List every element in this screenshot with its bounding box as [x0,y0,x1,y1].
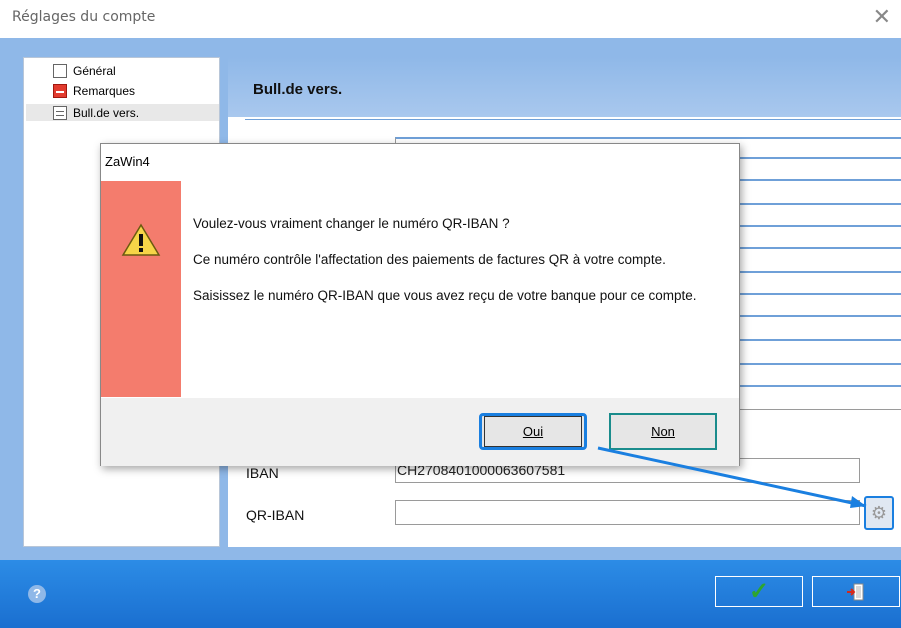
tree-item-bull-de-vers[interactable]: Bull.de vers. [26,104,219,121]
payment-slip-icon [53,105,67,120]
window-title: Réglages du compte [12,9,156,25]
dialog-explanation: Ce numéro contrôle l'affectation des pai… [193,252,666,267]
qr-iban-label: QR-IBAN [246,507,305,523]
help-icon[interactable]: ? [28,585,46,603]
panel-header: Bull.de vers. [228,57,901,117]
confirm-dialog: ZaWin4 Voulez-vous vraiment changer le n… [100,143,740,466]
iban-label: IBAN [246,465,279,481]
window-titlebar: Réglages du compte ✕ [0,0,901,36]
yes-button-label: Oui [484,416,582,447]
panel-title: Bull.de vers. [253,81,343,98]
document-icon [53,63,67,78]
warning-icon [121,223,161,256]
gear-icon: ⚙ [870,502,888,523]
tree-item-label: Bull.de vers. [73,105,140,120]
exit-door-icon [847,583,864,600]
qr-iban-edit-button[interactable]: ⚙ [864,496,894,530]
dialog-title: ZaWin4 [105,154,150,169]
tree-item-label: Général [73,63,116,78]
dialog-message: Voulez-vous vraiment changer le numéro Q… [193,214,713,322]
no-button[interactable]: Non [609,413,717,450]
exit-button[interactable] [812,576,900,607]
tree-item-remarques[interactable]: Remarques [26,82,219,99]
dialog-instruction: Saisissez le numéro QR-IBAN que vous ave… [193,288,697,303]
panel-divider [245,119,901,120]
checkmark-icon: ✓ [748,577,770,605]
dialog-warning-bar [101,181,181,397]
notes-red-icon [53,83,67,98]
tree-item-label: Remarques [73,83,136,98]
ok-button[interactable]: ✓ [715,576,803,607]
tree-item-general[interactable]: Général [26,62,219,79]
dialog-question: Voulez-vous vraiment changer le numéro Q… [193,216,510,231]
qr-iban-input[interactable] [395,500,860,525]
yes-button[interactable]: Oui [479,413,587,450]
close-icon[interactable]: ✕ [873,4,891,30]
